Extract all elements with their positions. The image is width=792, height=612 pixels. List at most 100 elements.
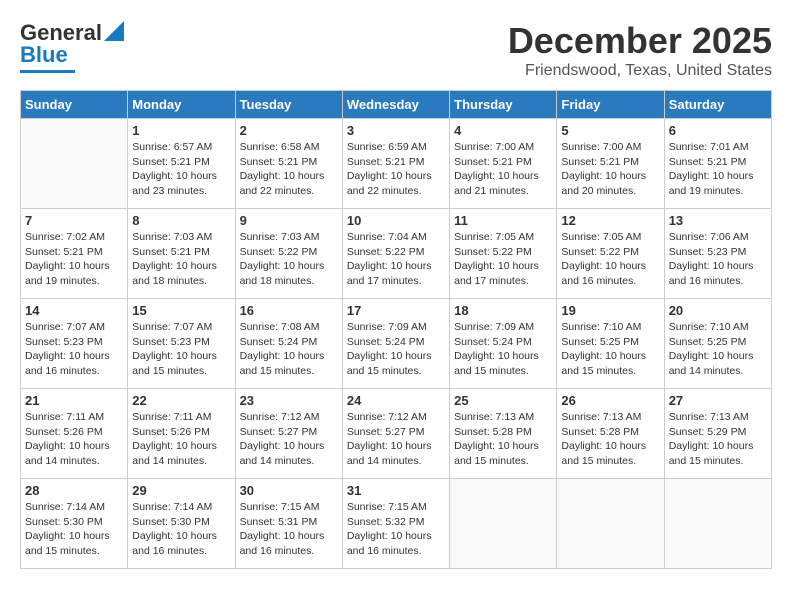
table-row: 14 Sunrise: 7:07 AMSunset: 5:23 PMDayligh… [21,299,128,389]
table-row: 26 Sunrise: 7:13 AMSunset: 5:28 PMDayligh… [557,389,664,479]
calendar-week-row: 21 Sunrise: 7:11 AMSunset: 5:26 PMDayligh… [21,389,772,479]
day-number: 6 [669,123,767,138]
day-number: 28 [25,483,123,498]
table-row: 30 Sunrise: 7:15 AMSunset: 5:31 PMDayligh… [235,479,342,569]
day-info: Sunrise: 7:03 AMSunset: 5:22 PMDaylight:… [240,230,338,289]
day-info: Sunrise: 7:00 AMSunset: 5:21 PMDaylight:… [454,140,552,199]
day-info: Sunrise: 7:00 AMSunset: 5:21 PMDaylight:… [561,140,659,199]
day-number: 16 [240,303,338,318]
logo-triangle-icon [104,21,124,41]
day-number: 27 [669,393,767,408]
table-row: 8 Sunrise: 7:03 AMSunset: 5:21 PMDaylight… [128,209,235,299]
day-number: 4 [454,123,552,138]
table-row: 28 Sunrise: 7:14 AMSunset: 5:30 PMDayligh… [21,479,128,569]
day-number: 11 [454,213,552,228]
calendar-header-row: Sunday Monday Tuesday Wednesday Thursday… [21,91,772,119]
day-number: 9 [240,213,338,228]
table-row: 11Sunrise: 7:05 AMSunset: 5:22 PMDayligh… [450,209,557,299]
day-number: 29 [132,483,230,498]
day-number: 17 [347,303,445,318]
col-thursday: Thursday [450,91,557,119]
day-info: Sunrise: 7:15 AMSunset: 5:32 PMDaylight:… [347,500,445,559]
table-row: 21 Sunrise: 7:11 AMSunset: 5:26 PMDayligh… [21,389,128,479]
day-number: 5 [561,123,659,138]
table-row: 15 Sunrise: 7:07 AMSunset: 5:23 PMDayligh… [128,299,235,389]
col-wednesday: Wednesday [342,91,449,119]
table-row: 17 Sunrise: 7:09 AMSunset: 5:24 PMDayligh… [342,299,449,389]
day-number: 31 [347,483,445,498]
day-info: Sunrise: 7:12 AMSunset: 5:27 PMDaylight:… [347,410,445,469]
day-info: Sunrise: 7:12 AMSunset: 5:27 PMDaylight:… [240,410,338,469]
table-row: 4 Sunrise: 7:00 AMSunset: 5:21 PMDaylight… [450,119,557,209]
day-number: 7 [25,213,123,228]
logo-underline [20,70,75,73]
day-number: 14 [25,303,123,318]
day-info: Sunrise: 7:14 AMSunset: 5:30 PMDaylight:… [25,500,123,559]
day-info: Sunrise: 7:02 AMSunset: 5:21 PMDaylight:… [25,230,123,289]
day-info: Sunrise: 7:15 AMSunset: 5:31 PMDaylight:… [240,500,338,559]
day-info: Sunrise: 7:06 AMSunset: 5:23 PMDaylight:… [669,230,767,289]
title-block: December 2025 Friendswood, Texas, United… [508,20,772,80]
day-info: Sunrise: 6:58 AMSunset: 5:21 PMDaylight:… [240,140,338,199]
day-info: Sunrise: 7:13 AMSunset: 5:28 PMDaylight:… [561,410,659,469]
table-row: 20Sunrise: 7:10 AMSunset: 5:25 PMDayligh… [664,299,771,389]
col-tuesday: Tuesday [235,91,342,119]
table-row [21,119,128,209]
day-info: Sunrise: 7:07 AMSunset: 5:23 PMDaylight:… [132,320,230,379]
table-row: 22Sunrise: 7:11 AMSunset: 5:26 PMDayligh… [128,389,235,479]
day-info: Sunrise: 7:08 AMSunset: 5:24 PMDaylight:… [240,320,338,379]
day-number: 24 [347,393,445,408]
table-row: 18Sunrise: 7:09 AMSunset: 5:24 PMDayligh… [450,299,557,389]
table-row: 27 Sunrise: 7:13 AMSunset: 5:29 PMDayligh… [664,389,771,479]
day-number: 2 [240,123,338,138]
day-number: 12 [561,213,659,228]
day-number: 10 [347,213,445,228]
day-info: Sunrise: 7:07 AMSunset: 5:23 PMDaylight:… [25,320,123,379]
table-row: 9 Sunrise: 7:03 AMSunset: 5:22 PMDaylight… [235,209,342,299]
day-info: Sunrise: 7:03 AMSunset: 5:21 PMDaylight:… [132,230,230,289]
table-row: 6Sunrise: 7:01 AMSunset: 5:21 PMDaylight… [664,119,771,209]
logo-blue: Blue [20,42,68,68]
calendar-table: Sunday Monday Tuesday Wednesday Thursday… [20,90,772,569]
col-monday: Monday [128,91,235,119]
day-number: 15 [132,303,230,318]
day-info: Sunrise: 7:11 AMSunset: 5:26 PMDaylight:… [25,410,123,469]
day-info: Sunrise: 6:57 AMSunset: 5:21 PMDaylight:… [132,140,230,199]
day-info: Sunrise: 7:05 AMSunset: 5:22 PMDaylight:… [561,230,659,289]
calendar-week-row: 7 Sunrise: 7:02 AMSunset: 5:21 PMDaylight… [21,209,772,299]
day-info: Sunrise: 6:59 AMSunset: 5:21 PMDaylight:… [347,140,445,199]
day-number: 1 [132,123,230,138]
day-info: Sunrise: 7:09 AMSunset: 5:24 PMDaylight:… [347,320,445,379]
table-row: 19Sunrise: 7:10 AMSunset: 5:25 PMDayligh… [557,299,664,389]
col-friday: Friday [557,91,664,119]
table-row [450,479,557,569]
table-row: 24 Sunrise: 7:12 AMSunset: 5:27 PMDayligh… [342,389,449,479]
day-info: Sunrise: 7:13 AMSunset: 5:29 PMDaylight:… [669,410,767,469]
table-row [664,479,771,569]
table-row: 29 Sunrise: 7:14 AMSunset: 5:30 PMDayligh… [128,479,235,569]
day-info: Sunrise: 7:09 AMSunset: 5:24 PMDaylight:… [454,320,552,379]
table-row: 16 Sunrise: 7:08 AMSunset: 5:24 PMDayligh… [235,299,342,389]
day-info: Sunrise: 7:14 AMSunset: 5:30 PMDaylight:… [132,500,230,559]
day-info: Sunrise: 7:13 AMSunset: 5:28 PMDaylight:… [454,410,552,469]
col-saturday: Saturday [664,91,771,119]
day-number: 26 [561,393,659,408]
table-row: 13 Sunrise: 7:06 AMSunset: 5:23 PMDayligh… [664,209,771,299]
table-row: 25Sunrise: 7:13 AMSunset: 5:28 PMDayligh… [450,389,557,479]
table-row: 12 Sunrise: 7:05 AMSunset: 5:22 PMDayligh… [557,209,664,299]
day-info: Sunrise: 7:10 AMSunset: 5:25 PMDaylight:… [669,320,767,379]
day-number: 30 [240,483,338,498]
location: Friendswood, Texas, United States [508,62,772,80]
table-row: 10Sunrise: 7:04 AMSunset: 5:22 PMDayligh… [342,209,449,299]
day-number: 8 [132,213,230,228]
calendar-week-row: 14 Sunrise: 7:07 AMSunset: 5:23 PMDayligh… [21,299,772,389]
day-number: 3 [347,123,445,138]
day-number: 21 [25,393,123,408]
table-row [557,479,664,569]
table-row: 31 Sunrise: 7:15 AMSunset: 5:32 PMDayligh… [342,479,449,569]
table-row: 3 Sunrise: 6:59 AMSunset: 5:21 PMDaylight… [342,119,449,209]
day-number: 22 [132,393,230,408]
logo: General Blue [20,20,124,73]
day-info: Sunrise: 7:10 AMSunset: 5:25 PMDaylight:… [561,320,659,379]
day-number: 13 [669,213,767,228]
